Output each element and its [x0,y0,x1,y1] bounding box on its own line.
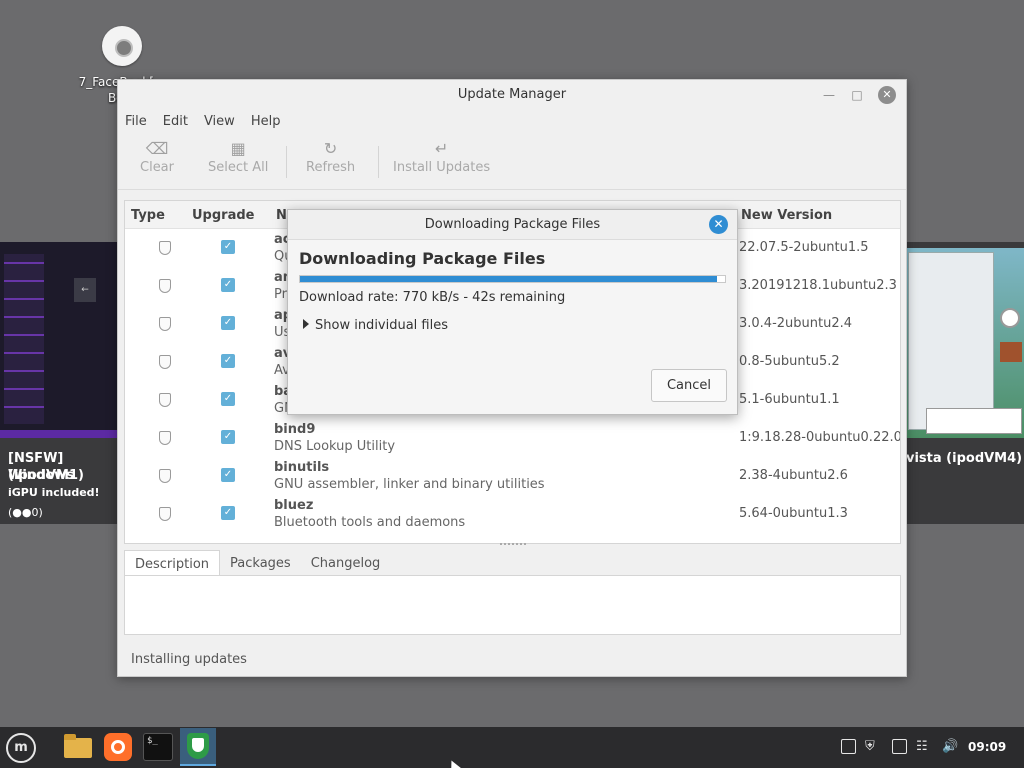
viewer-count: (●●0) [8,506,43,519]
package-name: bluez [274,498,314,513]
window-title: Update Manager [457,87,567,102]
package-new-version: 5.64-0ubuntu1.3 [739,506,848,521]
column-upgrade[interactable]: Upgrade [192,208,254,223]
upgrade-checkbox[interactable]: ✓ [221,506,235,520]
install-updates-button[interactable]: ↵ Install Updates [393,138,490,175]
package-description: GNU assembler, linker and binary utiliti… [274,477,545,492]
dialog-close-icon[interactable]: ✕ [709,215,728,234]
toolbar: ⌫ Clear ▦ Select All ↻ Refresh ↵ Install… [118,134,906,190]
terminal-icon[interactable]: $_ [141,730,175,764]
taskbar: m $_ ⛨ ☷ 🔊 09:09 [0,727,1024,768]
menu-file[interactable]: File [125,110,155,134]
package-type-shield-icon [159,469,171,483]
package-new-version: 22.07.5-2ubuntu1.5 [739,240,869,255]
minimize-icon[interactable]: — [820,86,838,104]
tray-volume-icon[interactable]: 🔊 [942,739,958,754]
tray-update-icon[interactable] [892,739,907,754]
table-row[interactable]: ✓ binutils GNU assembler, linker and binar… [125,457,900,495]
pane-resize-handle[interactable] [500,543,526,547]
show-files-expander[interactable]: Show individual files [303,318,448,333]
package-new-version: 3.20191218.1ubuntu2.3 [739,278,897,293]
cancel-button[interactable]: Cancel [651,369,727,402]
expander-arrow-icon [303,319,309,329]
preview-card-left[interactable]: ← [NSFW] Windows (ipodVM1) iGPU included… [0,242,118,524]
package-type-shield-icon [159,279,171,293]
menubar: File Edit View Help [118,110,906,134]
column-new-version[interactable]: New Version [741,208,832,223]
tab-changelog[interactable]: Changelog [301,550,391,576]
package-type-shield-icon [159,393,171,407]
package-description: Bluetooth tools and daemons [274,515,466,530]
card-title: vista (ipodVM4) [906,451,1023,466]
table-row[interactable]: ✓ bind9 DNS Lookup Utility 1:9.18.28-0ubunt… [125,419,900,457]
status-text: Installing updates [131,652,247,667]
table-row[interactable]: ✓ bluez Bluetooth tools and daemons 5.64-0u… [125,495,900,533]
refresh-icon: ↻ [323,139,338,158]
download-rate-text: Download rate: 770 kB/s - 42s remaining [299,290,566,305]
update-manager-task-icon[interactable] [180,728,216,766]
clock[interactable]: 09:09 [968,740,1006,754]
install-arrow-icon: ↵ [434,139,449,158]
viewers-icon: (●● [8,506,32,519]
package-type-shield-icon [159,317,171,331]
package-new-version: 2.38-4ubuntu2.6 [739,468,848,483]
preview-card-right[interactable]: vista (ipodVM4) [906,242,1024,524]
package-type-shield-icon [159,431,171,445]
card-subtitle: iGPU included! [8,486,100,499]
select-all-icon: ▦ [230,139,246,158]
download-dialog: Downloading Package Files ✕ Downloading … [287,209,738,415]
backspace-icon: ⌫ [145,139,169,158]
upgrade-checkbox[interactable]: ✓ [221,316,235,330]
package-new-version: 3.0.4-2ubuntu2.4 [739,316,853,331]
upgrade-checkbox[interactable]: ✓ [221,430,235,444]
clear-button[interactable]: ⌫ Clear [140,138,174,175]
package-new-version: 5.1-6ubuntu1.1 [739,392,840,407]
mint-menu-icon[interactable]: m [6,733,36,763]
tray-notes-icon[interactable] [841,739,856,754]
disc-icon [102,26,142,66]
refresh-button[interactable]: ↻ Refresh [306,138,355,175]
menu-view[interactable]: View [204,110,243,134]
package-name: binutils [274,460,330,475]
package-description: Pr [274,287,287,302]
files-icon[interactable] [62,730,96,764]
titlebar[interactable]: Update Manager — □ ✕ [118,80,906,110]
toolbar-separator [378,146,379,178]
upgrade-checkbox[interactable]: ✓ [221,240,235,254]
preview-thumbnail: ← [0,242,118,438]
menu-edit[interactable]: Edit [163,110,196,134]
menu-help[interactable]: Help [251,110,289,134]
select-all-button[interactable]: ▦ Select All [208,138,268,175]
dialog-title[interactable]: Downloading Package Files [288,210,737,240]
tab-packages[interactable]: Packages [220,550,301,576]
upgrade-checkbox[interactable]: ✓ [221,468,235,482]
upgrade-checkbox[interactable]: ✓ [221,354,235,368]
package-new-version: 0.8-5ubuntu5.2 [739,354,840,369]
tray-shield-icon[interactable]: ⛨ [865,739,875,754]
close-icon[interactable]: ✕ [878,86,896,104]
maximize-icon[interactable]: □ [848,86,866,104]
package-description: DNS Lookup Utility [274,439,396,454]
download-progress-bar [299,275,726,283]
upgrade-checkbox[interactable]: ✓ [221,392,235,406]
tray-network-icon[interactable]: ☷ [916,739,928,754]
description-panel [124,575,901,635]
package-type-shield-icon [159,507,171,521]
card-title-line2: (ipodVM1) [8,468,84,483]
dialog-heading: Downloading Package Files [299,249,546,268]
firefox-icon[interactable] [102,730,136,764]
package-name: bind9 [274,422,316,437]
column-type[interactable]: Type [131,208,165,223]
toolbar-separator [286,146,287,178]
details-tabs: Description Packages Changelog [124,550,390,576]
package-type-shield-icon [159,241,171,255]
package-new-version: 1:9.18.28-0ubuntu0.22.04. [739,430,901,445]
back-arrow-icon: ← [74,278,96,302]
upgrade-checkbox[interactable]: ✓ [221,278,235,292]
preview-thumbnail [906,248,1024,438]
progress-fill [300,276,717,282]
package-type-shield-icon [159,355,171,369]
tab-description[interactable]: Description [124,550,221,576]
